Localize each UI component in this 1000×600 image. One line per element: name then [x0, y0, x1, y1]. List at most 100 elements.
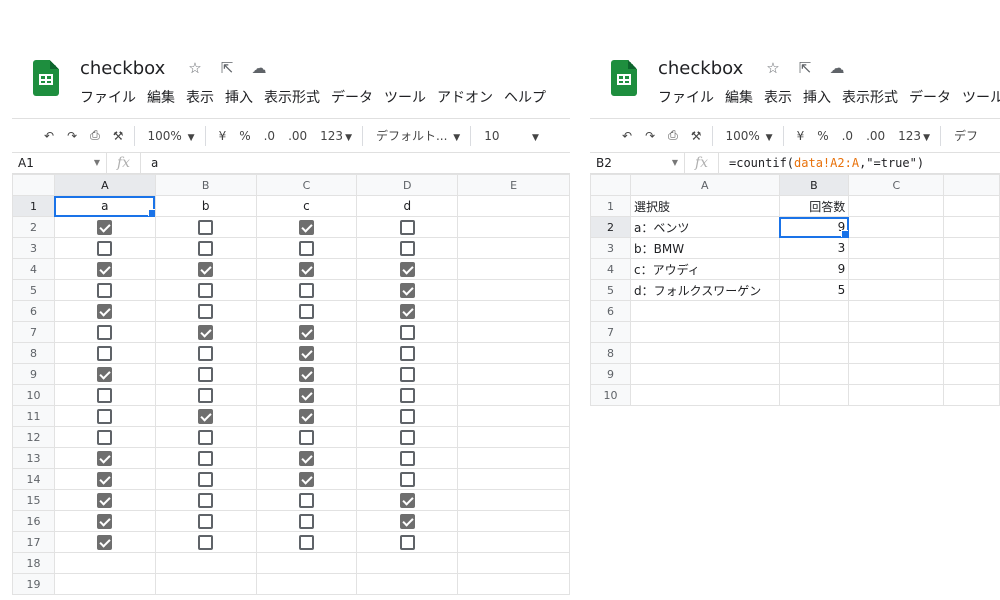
paint-format-icon[interactable]: ⚒ — [691, 129, 702, 143]
menu-item[interactable]: アドオン — [437, 87, 493, 107]
cell[interactable] — [255, 489, 358, 511]
cell[interactable] — [154, 237, 257, 259]
document-title[interactable]: checkbox — [658, 58, 743, 79]
menu-item[interactable]: 表示 — [764, 87, 792, 107]
menu-item[interactable]: ツール — [384, 87, 426, 107]
cell[interactable] — [255, 300, 358, 322]
cell[interactable] — [848, 321, 945, 343]
cell[interactable] — [356, 384, 459, 406]
checkbox-checked[interactable] — [97, 471, 113, 487]
cell[interactable] — [255, 321, 358, 343]
checkbox-unchecked[interactable] — [198, 492, 214, 508]
cell[interactable] — [255, 237, 358, 259]
checkbox-unchecked[interactable] — [198, 387, 214, 403]
row-header[interactable]: 2 — [590, 216, 631, 238]
row-header[interactable]: 7 — [590, 321, 631, 343]
cell[interactable] — [154, 531, 257, 553]
cell[interactable] — [630, 384, 780, 406]
cell[interactable] — [154, 342, 257, 364]
cloud-status-icon[interactable]: ☁ — [250, 59, 268, 77]
checkbox-checked[interactable] — [97, 303, 113, 319]
menu-item[interactable]: 編集 — [147, 87, 175, 107]
cell[interactable] — [457, 363, 570, 385]
column-header[interactable]: E — [457, 174, 570, 196]
cell[interactable]: a：ベンツ — [630, 216, 780, 238]
cloud-status-icon[interactable]: ☁ — [828, 59, 846, 77]
checkbox-unchecked[interactable] — [399, 429, 415, 445]
cell[interactable] — [457, 426, 570, 448]
cell[interactable] — [53, 510, 156, 532]
cell[interactable]: 9 — [778, 258, 850, 280]
redo-icon[interactable]: ↷ — [67, 129, 77, 143]
checkbox-unchecked[interactable] — [97, 240, 113, 256]
undo-icon[interactable]: ↶ — [622, 129, 632, 143]
checkbox-unchecked[interactable] — [399, 534, 415, 550]
column-header[interactable]: D — [356, 174, 459, 196]
cell[interactable] — [53, 447, 156, 469]
cell[interactable] — [356, 300, 459, 322]
cell[interactable] — [53, 363, 156, 385]
cell[interactable] — [848, 216, 945, 238]
row-header[interactable]: 12 — [12, 426, 55, 448]
cell[interactable] — [457, 216, 570, 238]
select-all-corner[interactable] — [590, 174, 631, 196]
cell[interactable] — [154, 363, 257, 385]
checkbox-checked[interactable] — [298, 261, 314, 277]
font-select[interactable]: デフォルト... ▼ — [376, 127, 460, 144]
cell[interactable] — [943, 279, 1000, 301]
cell[interactable] — [154, 321, 257, 343]
checkbox-checked[interactable] — [198, 408, 214, 424]
row-header[interactable]: 19 — [12, 573, 55, 595]
checkbox-unchecked[interactable] — [97, 408, 113, 424]
currency-button[interactable]: ¥ — [219, 129, 227, 143]
cell[interactable]: 9 — [778, 216, 850, 238]
checkbox-checked[interactable] — [97, 219, 113, 235]
formula-input[interactable]: a — [141, 156, 158, 170]
cell[interactable] — [356, 552, 459, 574]
checkbox-unchecked[interactable] — [298, 492, 314, 508]
menu-item[interactable]: 編集 — [725, 87, 753, 107]
decrease-decimal-button[interactable]: .0 — [264, 129, 275, 143]
cell[interactable] — [848, 258, 945, 280]
name-box[interactable]: B2 ▼ — [590, 153, 685, 173]
checkbox-unchecked[interactable] — [198, 282, 214, 298]
cell[interactable] — [457, 342, 570, 364]
cell[interactable] — [457, 300, 570, 322]
cell[interactable] — [943, 363, 1000, 385]
checkbox-checked[interactable] — [399, 513, 415, 529]
more-formats-button[interactable]: 123 ▼ — [320, 129, 352, 143]
checkbox-unchecked[interactable] — [198, 219, 214, 235]
row-header[interactable]: 2 — [12, 216, 55, 238]
star-icon[interactable]: ☆ — [764, 59, 782, 77]
paint-format-icon[interactable]: ⚒ — [113, 129, 124, 143]
cell[interactable] — [255, 279, 358, 301]
cell[interactable] — [457, 552, 570, 574]
checkbox-checked[interactable] — [198, 324, 214, 340]
column-header[interactable]: C — [848, 174, 945, 196]
row-header[interactable]: 9 — [12, 363, 55, 385]
cell[interactable] — [630, 300, 780, 322]
checkbox-checked[interactable] — [298, 387, 314, 403]
checkbox-unchecked[interactable] — [198, 450, 214, 466]
column-header[interactable]: A — [630, 174, 780, 196]
cell[interactable] — [457, 531, 570, 553]
checkbox-unchecked[interactable] — [399, 345, 415, 361]
row-header[interactable]: 15 — [12, 489, 55, 511]
checkbox-unchecked[interactable] — [399, 387, 415, 403]
cell[interactable] — [255, 552, 358, 574]
cell[interactable] — [457, 195, 570, 217]
cell[interactable] — [255, 510, 358, 532]
cell[interactable] — [356, 573, 459, 595]
checkbox-checked[interactable] — [399, 492, 415, 508]
row-header[interactable]: 18 — [12, 552, 55, 574]
cell[interactable]: 選択肢 — [630, 195, 780, 217]
sheets-logo-icon[interactable] — [33, 60, 59, 96]
row-header[interactable]: 10 — [590, 384, 631, 406]
menu-item[interactable]: ヘルプ — [504, 87, 546, 107]
cell[interactable] — [53, 216, 156, 238]
cell[interactable]: c — [255, 195, 358, 217]
cell[interactable] — [457, 489, 570, 511]
row-header[interactable]: 17 — [12, 531, 55, 553]
cell[interactable] — [255, 426, 358, 448]
undo-icon[interactable]: ↶ — [44, 129, 54, 143]
